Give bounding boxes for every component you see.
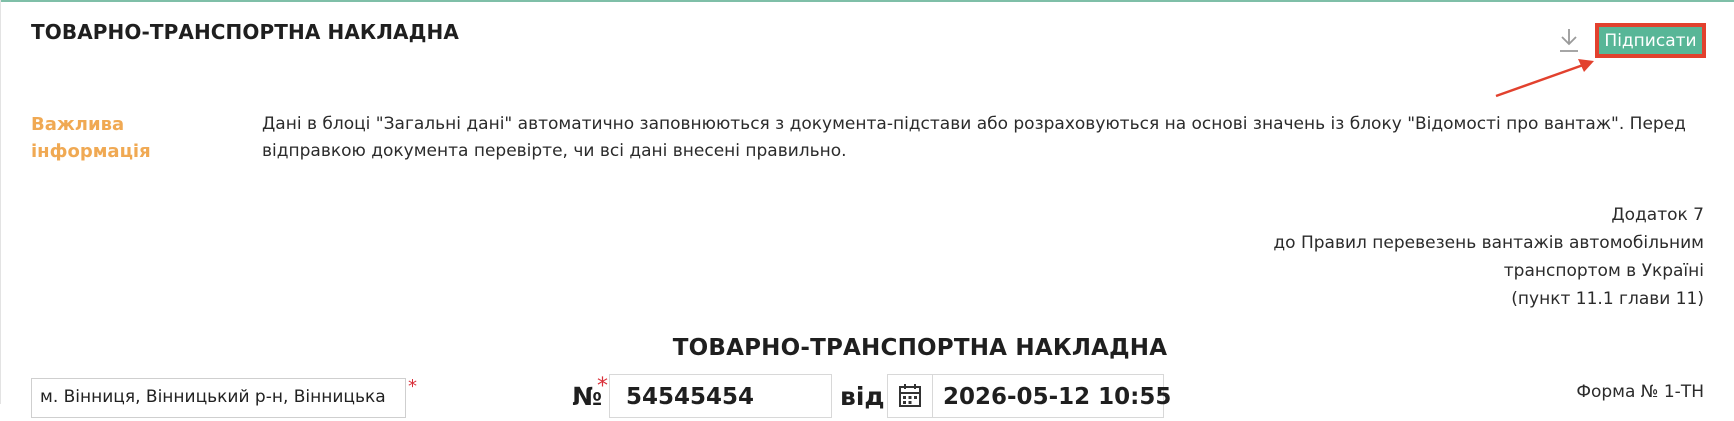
important-info-label-line2: інформація	[31, 141, 151, 162]
date-from-label: від	[840, 382, 885, 411]
location-field[interactable]: м. Вінниця, Вінницький р-н, Вінницька	[31, 378, 406, 418]
document-title: ТОВАРНО-ТРАНСПОРТНА НАКЛАДНА	[672, 335, 1168, 361]
important-info-label-line1: Важлива	[31, 114, 125, 135]
document-date-field[interactable]: 2026-05-12 10:55	[932, 374, 1171, 418]
download-icon[interactable]	[1556, 26, 1582, 54]
document-number-field[interactable]: 54545454	[609, 374, 832, 418]
number-required-mark: *	[597, 374, 608, 399]
important-info-label: Важлива інформація	[31, 111, 231, 165]
calendar-icon	[899, 384, 921, 407]
location-required-mark: *	[408, 376, 417, 397]
appendix-line2: до Правил перевезень вантажів автомобіль…	[1273, 233, 1704, 253]
sign-button-label: Підписати	[1599, 27, 1702, 54]
important-info-text: Дані в блоці "Загальні дані" автоматично…	[262, 114, 1686, 161]
appendix-line3: транспортом в Україні	[1503, 261, 1704, 281]
form-number: Форма № 1-ТН	[1576, 382, 1704, 402]
sign-button[interactable]: Підписати	[1595, 23, 1706, 58]
appendix-line4: (пункт 11.1 глави 11)	[1511, 289, 1704, 309]
page-title: ТОВАРНО-ТРАНСПОРТНА НАКЛАДНА	[31, 20, 459, 44]
calendar-button[interactable]	[887, 374, 933, 418]
annotation-arrow	[1495, 59, 1594, 98]
appendix-line1: Додаток 7	[1611, 205, 1704, 225]
appendix-note: Додаток 7 до Правил перевезень вантажів …	[1273, 201, 1704, 313]
top-border	[0, 0, 1734, 2]
